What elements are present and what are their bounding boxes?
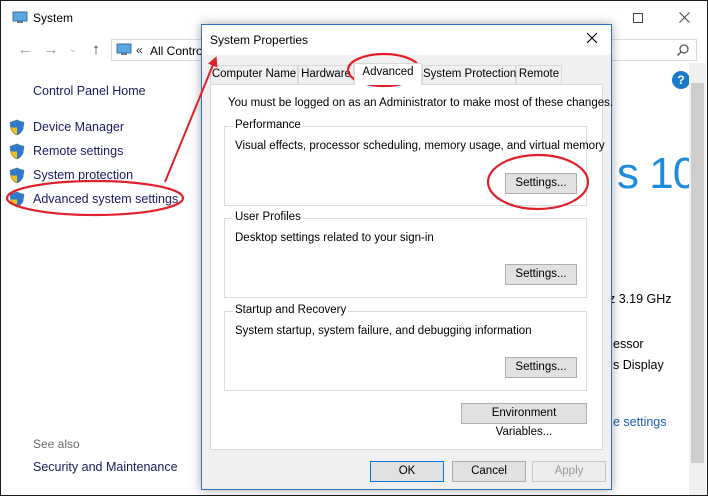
system-properties-dialog: System Properties Computer Name Hardware… (201, 24, 613, 490)
advanced-tab-panel: You must be logged on as an Administrato… (210, 84, 613, 450)
computer-icon (12, 11, 28, 23)
sidebar-item-label: System protection (33, 168, 134, 182)
shield-icon (9, 119, 25, 136)
see-also-heading: See also (33, 437, 80, 451)
administrator-note: You must be logged on as an Administrato… (228, 97, 614, 109)
tab-hardware[interactable]: Hardware (298, 65, 354, 84)
back-arrow-icon: ← (17, 41, 33, 58)
startup-recovery-settings-button[interactable]: Settings... (505, 357, 577, 378)
recent-dropdown-button[interactable]: ⌄ (63, 40, 83, 60)
scrollbar-thumb[interactable] (691, 83, 704, 463)
processor-text: essor (613, 337, 644, 351)
group-title: Startup and Recovery (233, 304, 349, 316)
group-description: Visual effects, processor scheduling, me… (235, 140, 605, 152)
cpu-speed-text: z 3.19 GHz (609, 292, 672, 306)
windows-logo-text: s 10 (617, 149, 697, 198)
forward-arrow-icon: → (43, 41, 59, 58)
security-and-maintenance-link[interactable]: Security and Maintenance (33, 460, 178, 474)
close-icon (678, 12, 690, 23)
help-button[interactable]: ? (672, 71, 690, 89)
control-panel-icon (116, 43, 132, 55)
tab-system-protection[interactable]: System Protection (422, 65, 516, 84)
performance-group: Performance Visual effects, processor sc… (224, 119, 605, 206)
group-title: Performance (233, 119, 303, 131)
change-settings-link[interactable]: e settings (613, 415, 667, 429)
sidebar-item-label: Advanced system settings (33, 192, 179, 206)
group-title: User Profiles (233, 211, 303, 223)
control-panel-home-link[interactable]: Control Panel Home (33, 84, 146, 98)
shield-icon (9, 167, 25, 184)
back-button[interactable]: ← (15, 40, 35, 60)
close-button[interactable] (667, 7, 701, 29)
group-description: System startup, system failure, and debu… (235, 325, 532, 337)
user-profiles-group: User Profiles Desktop settings related t… (224, 211, 587, 298)
scrollbar[interactable] (689, 63, 706, 495)
tab-computer-name[interactable]: Computer Name (210, 65, 298, 84)
group-description: Desktop settings related to your sign-in (235, 232, 434, 244)
search-input[interactable] (611, 39, 697, 61)
sidebar-item-label: Device Manager (33, 120, 125, 134)
chevron-down-icon: ⌄ (68, 44, 78, 55)
dialog-titlebar: System Properties (202, 25, 611, 55)
apply-button[interactable]: Apply (532, 461, 606, 482)
up-arrow-icon: ↑ (92, 41, 100, 58)
cancel-button[interactable]: Cancel (452, 461, 526, 482)
tab-advanced[interactable]: Advanced (354, 63, 422, 85)
window-title: System (33, 11, 74, 25)
display-text: s Display (613, 358, 664, 372)
performance-settings-button[interactable]: Settings... (505, 173, 577, 194)
user-profiles-settings-button[interactable]: Settings... (505, 264, 577, 285)
sidebar-item-label: Remote settings (33, 144, 124, 158)
ok-button[interactable]: OK (370, 461, 444, 482)
search-icon (676, 44, 689, 57)
tab-remote[interactable]: Remote (516, 65, 562, 84)
forward-button[interactable]: → (41, 40, 61, 60)
maximize-icon (633, 13, 643, 23)
close-icon (586, 32, 598, 44)
environment-variables-button[interactable]: Environment Variables... (461, 403, 587, 438)
maximize-button[interactable] (621, 7, 655, 29)
tab-strip: Computer Name Hardware Advanced System P… (210, 63, 610, 85)
address-overflow-chevron[interactable]: « (136, 43, 143, 57)
startup-recovery-group: Startup and Recovery System startup, sys… (224, 304, 587, 391)
dialog-title: System Properties (210, 33, 309, 47)
shield-icon (9, 143, 25, 160)
dialog-close-button[interactable] (581, 29, 603, 51)
shield-icon (9, 191, 25, 208)
up-button[interactable]: ↑ (86, 40, 106, 60)
